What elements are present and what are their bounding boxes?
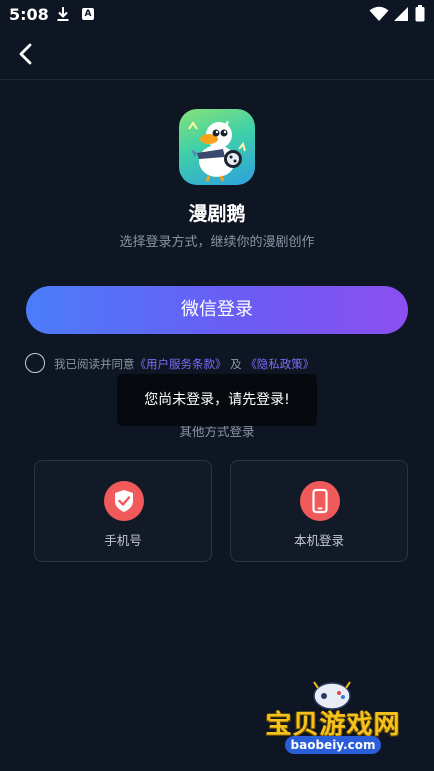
- watermark-domain: baobeiy.com: [285, 736, 381, 754]
- signal-icon: [394, 7, 408, 21]
- local-login-button[interactable]: 本机登录: [230, 460, 408, 562]
- privacy-policy-link[interactable]: 《隐私政策》: [245, 357, 314, 371]
- status-time: 5:08: [9, 5, 49, 24]
- battery-icon: [415, 5, 425, 22]
- status-bar: 5:08 A: [0, 0, 434, 30]
- method-icon-circle: [300, 481, 340, 521]
- local-login-label: 本机登录: [293, 533, 344, 548]
- duck-mascot-logo: [188, 120, 246, 182]
- app-name: 漫剧鹅: [188, 203, 246, 225]
- shield-check-icon: [115, 490, 133, 512]
- header-divider: [0, 79, 434, 80]
- wechat-login-button[interactable]: 微信登录: [26, 286, 408, 334]
- app-logo: [179, 109, 255, 185]
- wifi-icon: [369, 6, 389, 21]
- keyboard-a-icon: A: [82, 8, 94, 20]
- terms-of-service-link[interactable]: 《用户服务条款》: [135, 357, 227, 371]
- agreement-prefix: 我已阅读并同意: [54, 357, 135, 371]
- agreement-checkbox[interactable]: [25, 353, 45, 373]
- phone-login-label: 手机号: [104, 533, 142, 548]
- method-icon-circle: [104, 481, 144, 521]
- download-icon: [57, 7, 69, 21]
- back-button[interactable]: [12, 40, 40, 68]
- mobile-phone-icon: [312, 488, 328, 514]
- chevron-left-icon: [19, 43, 32, 65]
- agreement-text: 我已阅读并同意《用户服务条款》 及 《隐私政策》: [54, 356, 314, 372]
- watermark-logo: 宝贝游戏网 baobeiy.com: [258, 676, 408, 766]
- login-screen: 5:08 A 漫剧鹅 选择登录方式，继续你的漫剧创作 微信登录 我已阅读并同意《…: [0, 0, 434, 771]
- agreement-joiner: 及: [230, 357, 242, 371]
- toast-message: 您尚未登录，请先登录!: [117, 374, 317, 426]
- phone-login-button[interactable]: 手机号: [34, 460, 212, 562]
- app-subtitle: 选择登录方式，继续你的漫剧创作: [119, 235, 315, 250]
